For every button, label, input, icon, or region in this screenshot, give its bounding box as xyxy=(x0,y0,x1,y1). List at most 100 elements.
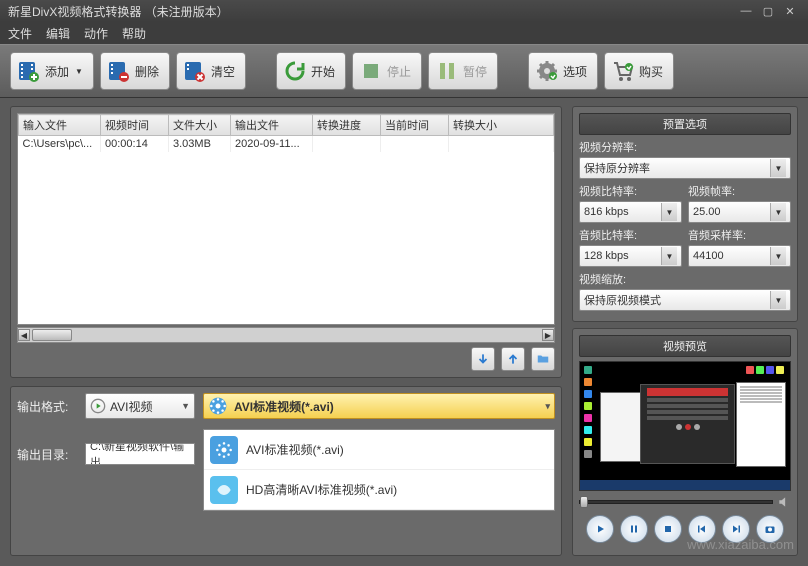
vbit-value: 816 kbps xyxy=(584,206,629,218)
preset-title: 预置选项 xyxy=(579,113,791,135)
film-clear-icon xyxy=(183,59,207,83)
asr-label: 音频采样率: xyxy=(688,227,791,243)
prev-icon xyxy=(696,523,708,535)
col-curtime[interactable]: 当前时间 xyxy=(381,115,449,136)
chevron-down-icon: ▼ xyxy=(661,247,677,265)
chevron-down-icon: ▼ xyxy=(181,401,190,411)
horizontal-scrollbar[interactable]: ◀ ▶ xyxy=(17,327,555,343)
gear-icon xyxy=(535,59,559,83)
delete-label: 删除 xyxy=(135,63,159,80)
toolbar: 添加▼ 删除 清空 开始 停止 暂停 选项 购买 xyxy=(0,44,808,98)
vfps-combo[interactable]: 25.00▼ xyxy=(688,201,791,223)
close-button[interactable]: ✕ xyxy=(780,4,800,18)
preview-slider[interactable] xyxy=(579,495,791,509)
col-input[interactable]: 输入文件 xyxy=(19,115,101,136)
vfps-value: 25.00 xyxy=(693,206,721,218)
folder-icon xyxy=(536,352,550,366)
format-list[interactable]: AVI标准视频(*.avi) HD高清晰AVI标准视频(*.avi) xyxy=(203,429,555,511)
clear-label: 清空 xyxy=(211,63,235,80)
delete-button[interactable]: 删除 xyxy=(100,52,170,90)
format-item-icon xyxy=(210,476,238,504)
col-convsize[interactable]: 转换大小 xyxy=(449,115,554,136)
title-bar: 新星DivX视频格式转换器 （未注册版本） — ▢ ✕ xyxy=(0,0,808,22)
chevron-down-icon: ▼ xyxy=(770,159,786,177)
cell-progress xyxy=(313,136,381,153)
move-up-button[interactable] xyxy=(501,347,525,371)
scale-combo[interactable]: 保持原视频模式▼ xyxy=(579,289,791,311)
scroll-right-arrow[interactable]: ▶ xyxy=(542,329,554,341)
abit-value: 128 kbps xyxy=(584,250,629,262)
snapshot-button[interactable] xyxy=(756,515,784,543)
output-dir-value: C:\新星视频软件\输出 xyxy=(90,443,190,465)
scroll-left-arrow[interactable]: ◀ xyxy=(18,329,30,341)
arrow-down-icon xyxy=(476,352,490,366)
move-down-button[interactable] xyxy=(471,347,495,371)
format-selector[interactable]: AVI标准视频(*.avi) ▾ xyxy=(203,393,555,419)
cell-input: C:\Users\pc\... xyxy=(19,136,101,153)
dropdown-arrow-icon: ▼ xyxy=(75,67,83,76)
list-item[interactable]: AVI标准视频(*.avi) xyxy=(204,430,554,470)
menu-action[interactable]: 动作 xyxy=(84,25,108,42)
format-icon xyxy=(208,396,228,416)
film-delete-icon xyxy=(107,59,131,83)
cell-curtime xyxy=(381,136,449,153)
start-label: 开始 xyxy=(311,63,335,80)
slider-knob[interactable] xyxy=(580,496,588,508)
pause-icon xyxy=(435,59,459,83)
menu-bar: 文件 编辑 动作 帮助 xyxy=(0,22,808,44)
play-circle-icon xyxy=(90,398,106,414)
menu-file[interactable]: 文件 xyxy=(8,25,32,42)
menu-edit[interactable]: 编辑 xyxy=(46,25,70,42)
table-row[interactable]: C:\Users\pc\... 00:00:14 3.03MB 2020-09-… xyxy=(19,136,554,153)
output-dir-field[interactable]: C:\新星视频软件\输出 xyxy=(85,443,195,465)
play-icon xyxy=(594,523,606,535)
col-vtime[interactable]: 视频时间 xyxy=(101,115,169,136)
list-item[interactable]: HD高清晰AVI标准视频(*.avi) xyxy=(204,470,554,510)
preview-video xyxy=(579,361,791,491)
col-output[interactable]: 输出文件 xyxy=(231,115,313,136)
asr-combo[interactable]: 44100▼ xyxy=(688,245,791,267)
cart-icon xyxy=(611,59,635,83)
next-button[interactable] xyxy=(722,515,750,543)
options-label: 选项 xyxy=(563,63,587,80)
window-title: 新星DivX视频格式转换器 （未注册版本） xyxy=(8,3,229,20)
output-format-combo[interactable]: AVI视频 ▼ xyxy=(85,393,195,419)
vbit-label: 视频比特率: xyxy=(579,183,682,199)
res-combo[interactable]: 保持原分辨率▼ xyxy=(579,157,791,179)
abit-label: 音频比特率: xyxy=(579,227,682,243)
pause-preview-button[interactable] xyxy=(620,515,648,543)
vfps-label: 视频帧率: xyxy=(688,183,791,199)
stop-preview-button[interactable] xyxy=(654,515,682,543)
pause-button[interactable]: 暂停 xyxy=(428,52,498,90)
abit-combo[interactable]: 128 kbps ▼ xyxy=(579,245,682,267)
buy-label: 购买 xyxy=(639,63,663,80)
minimize-button[interactable]: — xyxy=(736,4,756,18)
output-format-label: 输出格式: xyxy=(17,398,77,415)
play-button[interactable] xyxy=(586,515,614,543)
folder-button[interactable] xyxy=(531,347,555,371)
add-button[interactable]: 添加▼ xyxy=(10,52,94,90)
col-progress[interactable]: 转换进度 xyxy=(313,115,381,136)
menu-help[interactable]: 帮助 xyxy=(122,25,146,42)
cell-output: 2020-09-11... xyxy=(231,136,313,153)
clear-button[interactable]: 清空 xyxy=(176,52,246,90)
scroll-thumb[interactable] xyxy=(32,329,72,341)
file-table[interactable]: 输入文件 视频时间 文件大小 输出文件 转换进度 当前时间 转换大小 C:\Us… xyxy=(17,113,555,325)
stop-icon xyxy=(662,523,674,535)
buy-button[interactable]: 购买 xyxy=(604,52,674,90)
maximize-button[interactable]: ▢ xyxy=(758,4,778,18)
vbit-combo[interactable]: 816 kbps▼ xyxy=(579,201,682,223)
options-button[interactable]: 选项 xyxy=(528,52,598,90)
camera-icon xyxy=(764,523,776,535)
stop-button[interactable]: 停止 xyxy=(352,52,422,90)
refresh-icon xyxy=(283,59,307,83)
chevron-down-icon: ▼ xyxy=(770,247,786,265)
prev-button[interactable] xyxy=(688,515,716,543)
pause-label: 暂停 xyxy=(463,63,487,80)
start-button[interactable]: 开始 xyxy=(276,52,346,90)
volume-icon[interactable] xyxy=(777,495,791,509)
stop-label: 停止 xyxy=(387,63,411,80)
preview-title: 视频预览 xyxy=(579,335,791,357)
cell-convsize xyxy=(449,136,554,153)
col-size[interactable]: 文件大小 xyxy=(169,115,231,136)
